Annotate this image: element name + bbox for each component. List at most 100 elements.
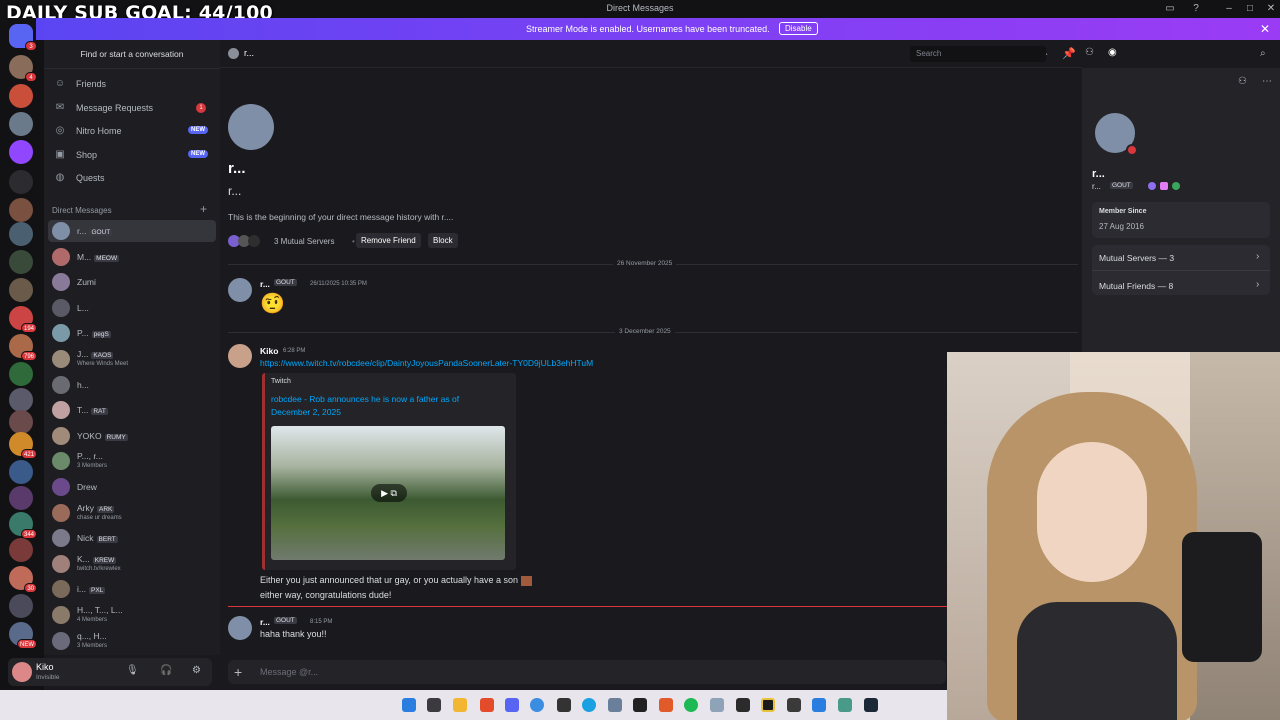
notepad-icon[interactable]	[787, 698, 801, 712]
dm-item[interactable]: J... KAOS Where Winds Meet	[48, 348, 216, 370]
folder-icon[interactable]	[453, 698, 467, 712]
find-conversation-button[interactable]: Find or start a conversation	[52, 46, 212, 62]
server-icon[interactable]	[9, 460, 33, 484]
mutual-servers-link[interactable]: Mutual Servers — 3	[1099, 253, 1174, 263]
edge-icon[interactable]	[582, 698, 596, 712]
sidebar-item-friends[interactable]: ☺ Friends	[50, 74, 214, 94]
app-icon[interactable]	[838, 698, 852, 712]
minimize-button[interactable]: –	[1222, 3, 1236, 15]
play-icon[interactable]: ▶ ⧉	[371, 484, 407, 502]
chevron-right-icon[interactable]: ›	[1256, 279, 1259, 290]
search-input[interactable]: Search	[910, 46, 1046, 62]
server-icon[interactable]	[9, 538, 33, 562]
chrome-icon[interactable]	[530, 698, 544, 712]
avatar[interactable]	[228, 344, 252, 368]
message-input[interactable]: Message @r...	[260, 667, 318, 677]
server-icon[interactable]	[9, 170, 33, 194]
dm-item[interactable]: T... RAT	[48, 399, 216, 421]
server-icon[interactable]	[9, 198, 33, 222]
avatar[interactable]	[228, 616, 252, 640]
app-icon[interactable]	[812, 698, 826, 712]
app-icon[interactable]	[736, 698, 750, 712]
sidebar-item-nitro-home[interactable]: ◎ Nitro Home NEW	[50, 121, 214, 141]
server-icon[interactable]	[9, 486, 33, 510]
clip-thumbnail[interactable]: ▶ ⧉	[271, 426, 505, 560]
sidebar-item-shop[interactable]: ▣ Shop NEW	[50, 145, 214, 165]
mutual-friends-link[interactable]: Mutual Friends — 8	[1099, 281, 1173, 291]
message-author[interactable]: r...	[260, 617, 270, 627]
inbox-icon[interactable]: ▭	[1163, 3, 1177, 15]
microphone-icon[interactable]: 🎙	[126, 665, 139, 676]
server-icon[interactable]: 421	[9, 432, 37, 459]
disable-streamer-mode-button[interactable]: Disable	[779, 22, 818, 35]
dm-item[interactable]: Arky ARK chase ur dreams	[48, 502, 216, 524]
add-attachment-icon[interactable]: +	[234, 664, 242, 680]
dm-item[interactable]: P..., r... 3 Members	[48, 450, 216, 472]
server-icon[interactable]	[9, 112, 33, 136]
terminal-icon[interactable]	[427, 698, 441, 712]
dm-item[interactable]: Zumi	[48, 271, 216, 293]
dm-item[interactable]: K... KREW twitch.tv/krewlex	[48, 553, 216, 575]
server-icon[interactable]	[9, 362, 33, 386]
discord-icon[interactable]	[505, 698, 519, 712]
mutual-servers-link[interactable]: 3 Mutual Servers	[274, 237, 334, 246]
capcut-icon[interactable]	[633, 698, 647, 712]
add-friend-icon[interactable]: ⚇	[1238, 76, 1247, 87]
dm-item[interactable]: L...	[48, 297, 216, 319]
obs-icon[interactable]	[761, 698, 775, 712]
brave-icon[interactable]	[480, 698, 494, 712]
help-icon[interactable]: ?	[1189, 3, 1203, 15]
app-icon[interactable]	[608, 698, 622, 712]
windows-start-icon[interactable]	[402, 698, 416, 712]
server-icon[interactable]	[9, 388, 33, 412]
steam-icon[interactable]	[864, 698, 878, 712]
close-icon[interactable]: ✕	[1260, 22, 1270, 36]
close-window-button[interactable]: ✕	[1264, 3, 1278, 15]
server-icon[interactable]: 796	[9, 334, 37, 361]
server-icon[interactable]: 4	[9, 55, 37, 82]
message-author[interactable]: Kiko	[260, 346, 278, 356]
discord-home-icon[interactable]: 3	[9, 24, 37, 51]
server-icon[interactable]: NEW	[9, 622, 37, 649]
embed-title[interactable]: robcdee - Rob announces he is now a fath…	[271, 393, 481, 419]
dm-item[interactable]: H..., T..., L... 4 Members	[48, 604, 216, 626]
sidebar-item-quests[interactable]: ◍ Quests	[50, 168, 214, 188]
maximize-button[interactable]: □	[1243, 3, 1257, 15]
more-icon[interactable]: ⋯	[1262, 76, 1272, 87]
app-icon[interactable]	[557, 698, 571, 712]
add-friends-icon[interactable]: ⚇	[1085, 47, 1094, 58]
dm-item[interactable]: M... MEOW	[48, 246, 216, 268]
dm-item[interactable]: YOKO RUMY	[48, 425, 216, 447]
sidebar-item-message-requests[interactable]: ✉ Message Requests 1	[50, 98, 214, 118]
server-icon[interactable]: 344	[9, 512, 37, 539]
dm-item[interactable]: h...	[48, 374, 216, 396]
dm-item[interactable]: Nick BERT	[48, 527, 216, 549]
dm-item[interactable]: P... pegS	[48, 322, 216, 344]
avatar[interactable]	[228, 278, 252, 302]
clip-link[interactable]: https://www.twitch.tv/robcdee/clip/Daint…	[260, 358, 593, 368]
server-icon[interactable]	[9, 84, 33, 108]
pin-icon[interactable]: 📌	[1062, 47, 1076, 60]
new-dm-icon[interactable]: +	[200, 202, 207, 216]
block-button[interactable]: Block	[428, 233, 458, 248]
dm-item[interactable]: i... PXL	[48, 578, 216, 600]
server-icon[interactable]	[9, 594, 33, 618]
user-profile-icon[interactable]: ◉	[1108, 47, 1117, 58]
app-icon[interactable]	[710, 698, 724, 712]
settings-gear-icon[interactable]: ⚙	[192, 665, 201, 676]
dm-item[interactable]: q..., H... 3 Members	[48, 630, 216, 652]
search-icon[interactable]: ⌕	[1260, 48, 1266, 59]
brave-icon[interactable]	[659, 698, 673, 712]
remove-friend-button[interactable]: Remove Friend	[356, 233, 421, 248]
dm-item[interactable]: Drew	[48, 476, 216, 498]
server-icon[interactable]	[9, 410, 33, 434]
avatar[interactable]	[12, 662, 32, 682]
message-composer[interactable]: + Message @r...	[228, 660, 946, 684]
dm-item[interactable]: r... GOUT	[48, 220, 216, 242]
server-icon[interactable]: 194	[9, 306, 37, 333]
server-icon[interactable]	[9, 250, 33, 274]
headphones-icon[interactable]: 🎧	[160, 665, 172, 676]
chevron-right-icon[interactable]: ›	[1256, 251, 1259, 262]
spotify-icon[interactable]	[684, 698, 698, 712]
server-icon[interactable]	[9, 140, 33, 164]
